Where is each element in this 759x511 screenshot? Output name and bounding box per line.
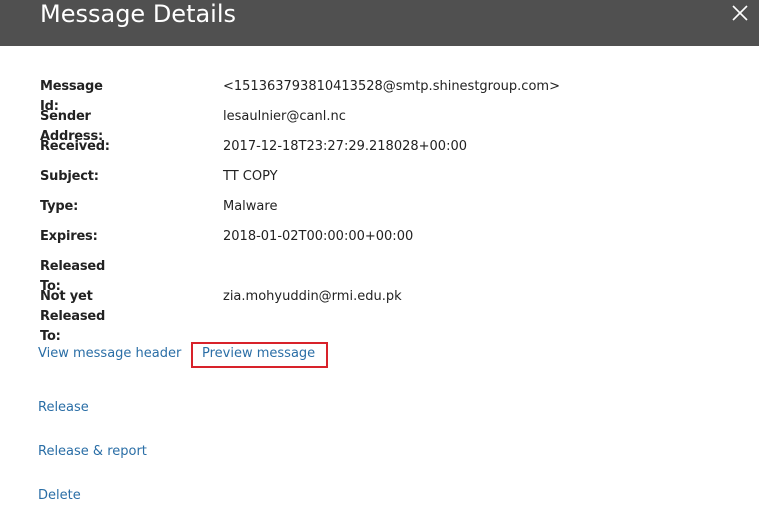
dialog-header: Message Details	[0, 0, 759, 46]
detail-value: lesaulnier@canl.nc	[223, 109, 346, 124]
detail-value: Malware	[223, 199, 278, 214]
detail-value: <151363793810413528@smtp.shinestgroup.co…	[223, 79, 560, 94]
delete-link[interactable]: Delete	[38, 487, 81, 505]
release-and-report-link[interactable]: Release & report	[38, 443, 147, 461]
detail-label: Received:	[40, 139, 110, 154]
detail-value: 2017-12-18T23:27:29.218028+00:00	[223, 139, 467, 154]
detail-label: Expires:	[40, 229, 98, 244]
detail-value: TT COPY	[223, 169, 278, 184]
detail-value: zia.mohyuddin@rmi.edu.pk	[223, 289, 402, 304]
detail-label: Subject:	[40, 169, 99, 184]
view-message-header-link[interactable]: View message header	[38, 345, 181, 363]
detail-label: Type:	[40, 199, 79, 214]
detail-label: Not yet Released To:	[40, 289, 106, 344]
close-icon[interactable]	[731, 4, 749, 22]
release-link[interactable]: Release	[38, 399, 89, 417]
highlight-annotation-box	[191, 342, 328, 368]
detail-value: 2018-01-02T00:00:00+00:00	[223, 229, 414, 244]
dialog-title: Message Details	[40, 0, 237, 28]
